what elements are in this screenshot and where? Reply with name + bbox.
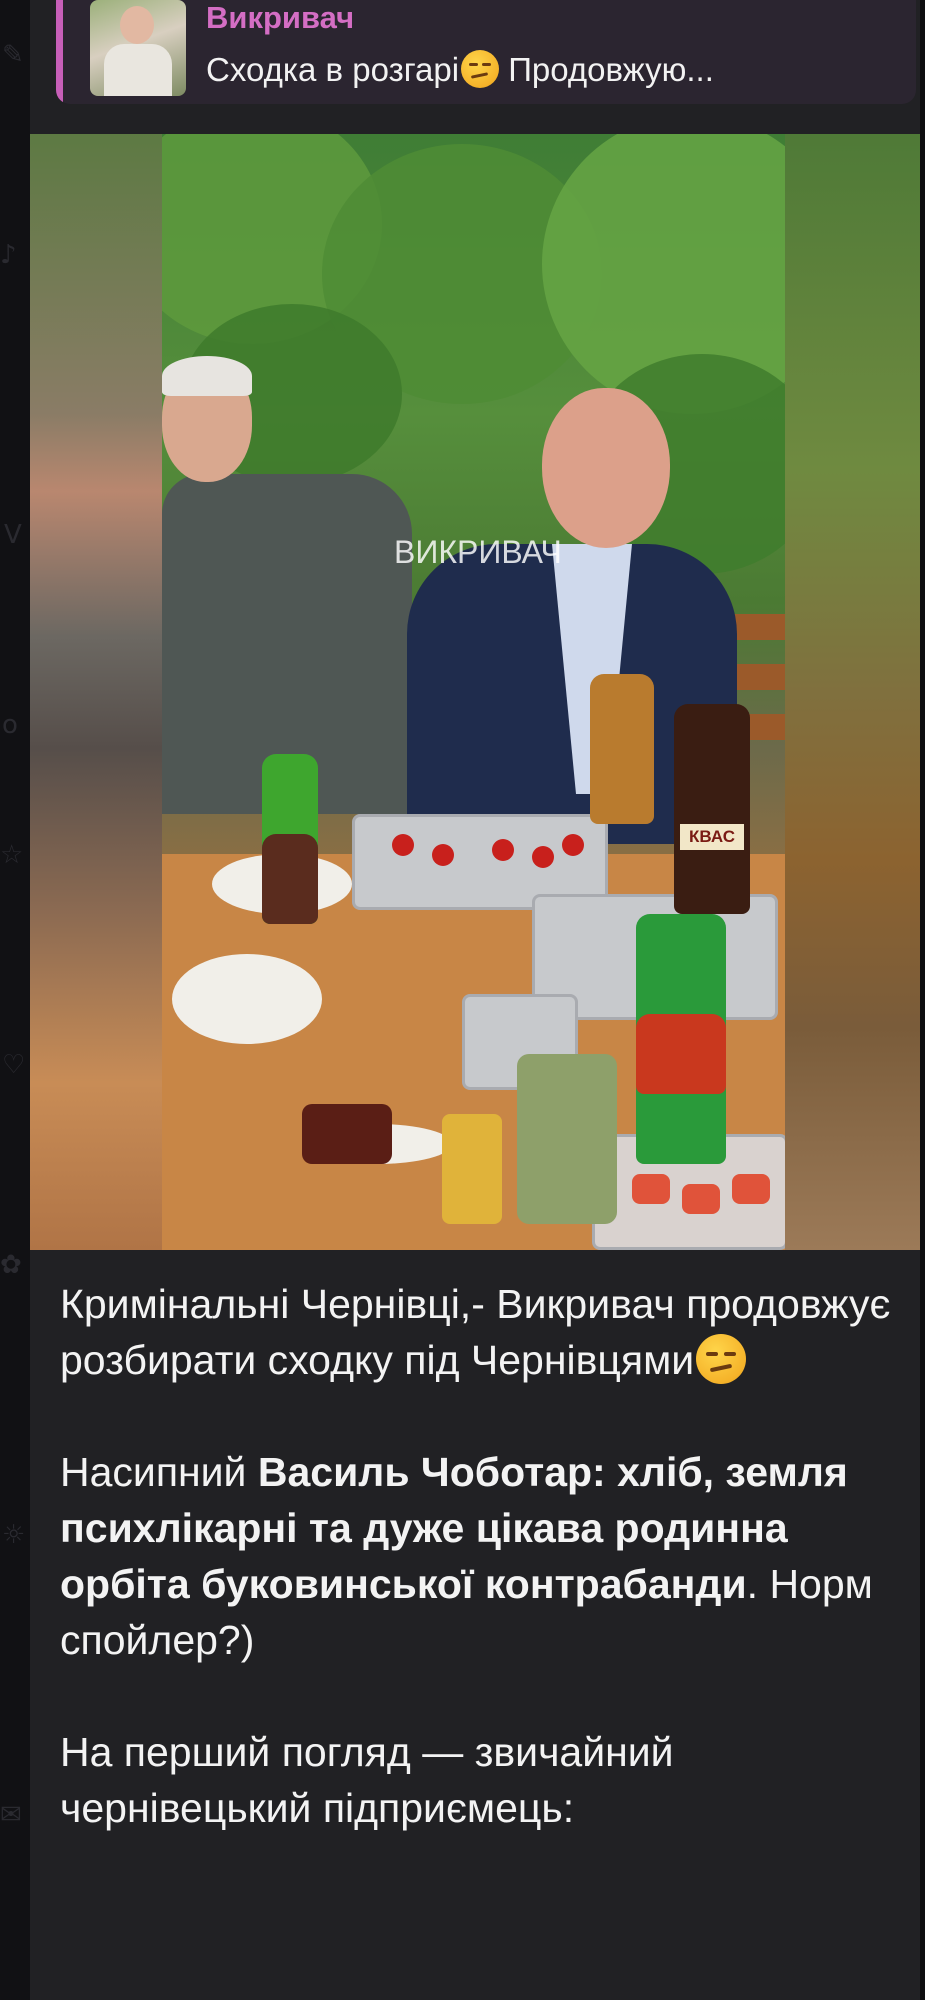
photo-watermark: ВИКРИВАЧ [394, 534, 562, 570]
post-text: Кримінальні Чернівці,- Викривач продовжу… [60, 1276, 900, 1892]
doodle-icon: o [2, 710, 18, 740]
message-bubble[interactable]: Викривач Сходка в розгарі Продовжую... В… [30, 0, 920, 2000]
kvas-label: КВАС [680, 824, 744, 850]
doodle-icon: ☼ [2, 1520, 26, 1550]
chat-background-pattern: ✎ ♪ V o ☆ ♡ ✿ ☼ ✉ [0, 0, 30, 2000]
smirk-emoji-icon [461, 50, 500, 88]
reply-preview-text: Сходка в розгарі [206, 51, 460, 88]
reply-quote[interactable]: Викривач Сходка в розгарі Продовжую... [56, 0, 916, 104]
doodle-icon: ✿ [0, 1250, 22, 1280]
glass-jar [517, 1054, 617, 1224]
whisky-bottle [590, 674, 654, 824]
reply-preview-tail: Продовжую... [499, 51, 714, 88]
photo-image: ВИКРИВАЧ КВАС [162, 134, 785, 1250]
doodle-icon: ♡ [2, 1050, 26, 1080]
toothpick-jar [442, 1114, 502, 1224]
post-paragraph-3: На перший погляд — звичайний чернівецьки… [60, 1729, 674, 1831]
doodle-icon: V [4, 520, 22, 550]
doodle-icon: ✉ [0, 1800, 22, 1830]
post-paragraph-1: Кримінальні Чернівці,- Викривач продовжу… [60, 1281, 891, 1384]
photo-blur-right [785, 134, 920, 1250]
post-paragraph-2: Насипний Василь Чоботар: хліб, земля пси… [60, 1449, 873, 1663]
smirk-emoji-icon [696, 1334, 747, 1384]
post-photo[interactable]: ВИКРИВАЧ КВАС [30, 134, 920, 1250]
kvas-bottle [674, 704, 750, 914]
doodle-icon: ♪ [0, 240, 17, 270]
doodle-icon: ☆ [0, 840, 24, 870]
doodle-icon: ✎ [2, 40, 24, 70]
reply-author: Викривач [206, 0, 355, 35]
photo-blur-left [30, 134, 162, 1250]
chat-screen: ✎ ♪ V o ☆ ♡ ✿ ☼ ✉ Викривач Сходка в розг… [0, 0, 925, 2000]
reply-thumbnail [90, 0, 186, 96]
reply-preview: Сходка в розгарі Продовжую... [206, 50, 714, 89]
reply-accent-bar [56, 0, 63, 104]
